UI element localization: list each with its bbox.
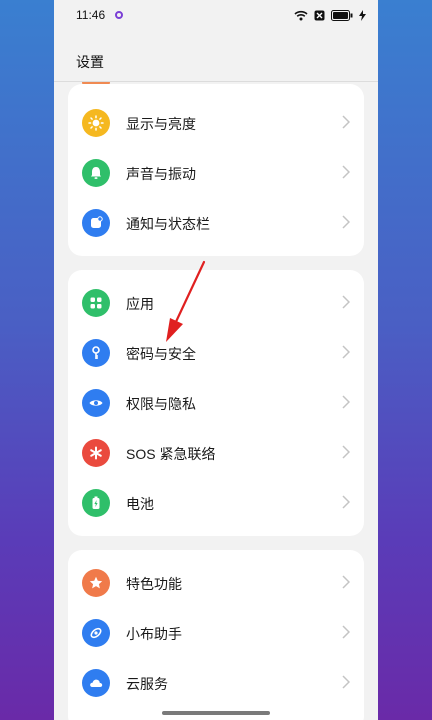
settings-item-label: 电池 <box>126 496 154 512</box>
settings-item-label: 应用 <box>126 296 154 312</box>
settings-item-sos[interactable]: SOS 紧急联络 <box>68 428 364 478</box>
settings-item-password-security[interactable]: 密码与安全 <box>68 328 364 378</box>
settings-item-assistant[interactable]: 小布助手 <box>68 608 364 658</box>
bell-icon <box>82 159 110 187</box>
charging-icon <box>359 9 366 21</box>
chevron-right-icon <box>342 395 350 409</box>
chevron-right-icon <box>342 215 350 229</box>
settings-group-2: 应用 密码与安全 权限与隐私 SOS 紧急联络 电池 <box>68 270 364 536</box>
settings-item-label: 通知与状态栏 <box>126 216 210 232</box>
privacy-eye-icon <box>82 389 110 417</box>
settings-group-3: 特色功能 小布助手 云服务 <box>68 550 364 720</box>
settings-item-sound[interactable]: 声音与振动 <box>68 148 364 198</box>
settings-item-label: 云服务 <box>126 676 168 692</box>
settings-item-privacy[interactable]: 权限与隐私 <box>68 378 364 428</box>
sos-asterisk-icon <box>82 439 110 467</box>
sim-x-icon <box>314 10 325 20</box>
chevron-right-icon <box>342 575 350 589</box>
settings-item-label: SOS 紧急联络 <box>126 446 216 462</box>
battery-icon <box>82 489 110 517</box>
chevron-right-icon <box>342 495 350 509</box>
wifi-icon <box>294 10 308 20</box>
page-title: 设置 <box>76 54 104 70</box>
home-indicator[interactable] <box>162 711 270 715</box>
settings-item-display[interactable]: 显示与亮度 <box>68 98 364 148</box>
settings-item-label: 声音与振动 <box>126 166 196 182</box>
assistant-icon <box>82 619 110 647</box>
notification-dot-icon <box>115 11 124 19</box>
settings-item-cloud[interactable]: 云服务 <box>68 658 364 708</box>
notification-icon <box>82 209 110 237</box>
settings-item-apps[interactable]: 应用 <box>68 278 364 328</box>
settings-group-1: 显示与亮度 声音与振动 通知与状态栏 <box>68 84 364 256</box>
status-bar: 11:46 <box>54 0 378 30</box>
settings-header: 设置 <box>54 30 378 82</box>
settings-item-battery[interactable]: 电池 <box>68 478 364 528</box>
chevron-right-icon <box>342 675 350 689</box>
settings-item-label: 密码与安全 <box>126 346 196 362</box>
star-icon <box>82 569 110 597</box>
settings-item-features[interactable]: 特色功能 <box>68 558 364 608</box>
chevron-right-icon <box>342 625 350 639</box>
settings-item-label: 小布助手 <box>126 626 182 642</box>
settings-item-label: 显示与亮度 <box>126 116 196 132</box>
key-icon <box>82 339 110 367</box>
chevron-right-icon <box>342 165 350 179</box>
apps-grid-icon <box>82 289 110 317</box>
settings-item-notifications[interactable]: 通知与状态栏 <box>68 198 364 248</box>
chevron-right-icon <box>342 345 350 359</box>
cloud-icon <box>82 669 110 697</box>
sun-icon <box>82 109 110 137</box>
phone-screen: 11:46 设置 显示与亮度 声音与振动 通知与状态栏 应用 密码与安全 权限与… <box>54 0 378 720</box>
battery-status-icon <box>331 9 353 21</box>
status-time: 11:46 <box>76 8 106 22</box>
settings-item-label: 权限与隐私 <box>126 396 196 412</box>
chevron-right-icon <box>342 115 350 129</box>
settings-item-label: 特色功能 <box>126 576 182 592</box>
chevron-right-icon <box>342 295 350 309</box>
chevron-right-icon <box>342 445 350 459</box>
